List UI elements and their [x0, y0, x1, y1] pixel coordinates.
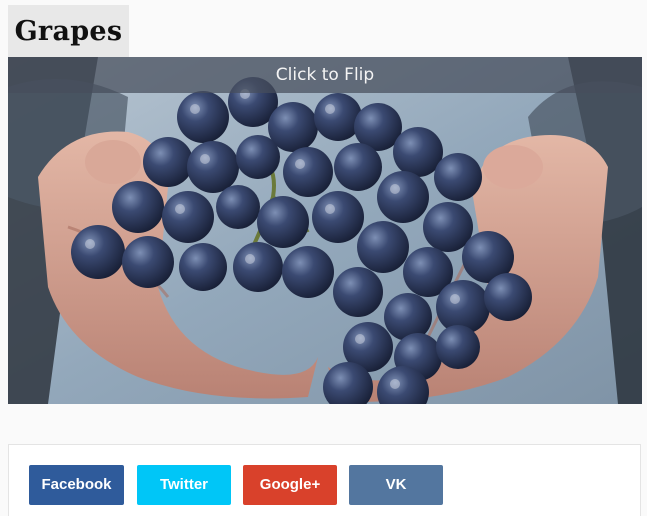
click-to-flip-banner[interactable]: Click to Flip — [8, 57, 642, 93]
vk-share-button[interactable]: VK — [349, 465, 443, 505]
page: Grapes Click to Flip Facebook Twitter Go… — [0, 0, 647, 516]
twitter-share-button[interactable]: Twitter — [137, 465, 231, 505]
googleplus-share-button[interactable]: Google+ — [243, 465, 337, 505]
grapes-photo — [8, 57, 642, 404]
flip-card[interactable]: Click to Flip — [8, 57, 642, 404]
card-title: Grapes — [14, 16, 123, 47]
facebook-share-button[interactable]: Facebook — [29, 465, 124, 505]
share-panel: Facebook Twitter Google+ VK — [8, 444, 641, 516]
card-title-tab: Grapes — [8, 5, 129, 58]
